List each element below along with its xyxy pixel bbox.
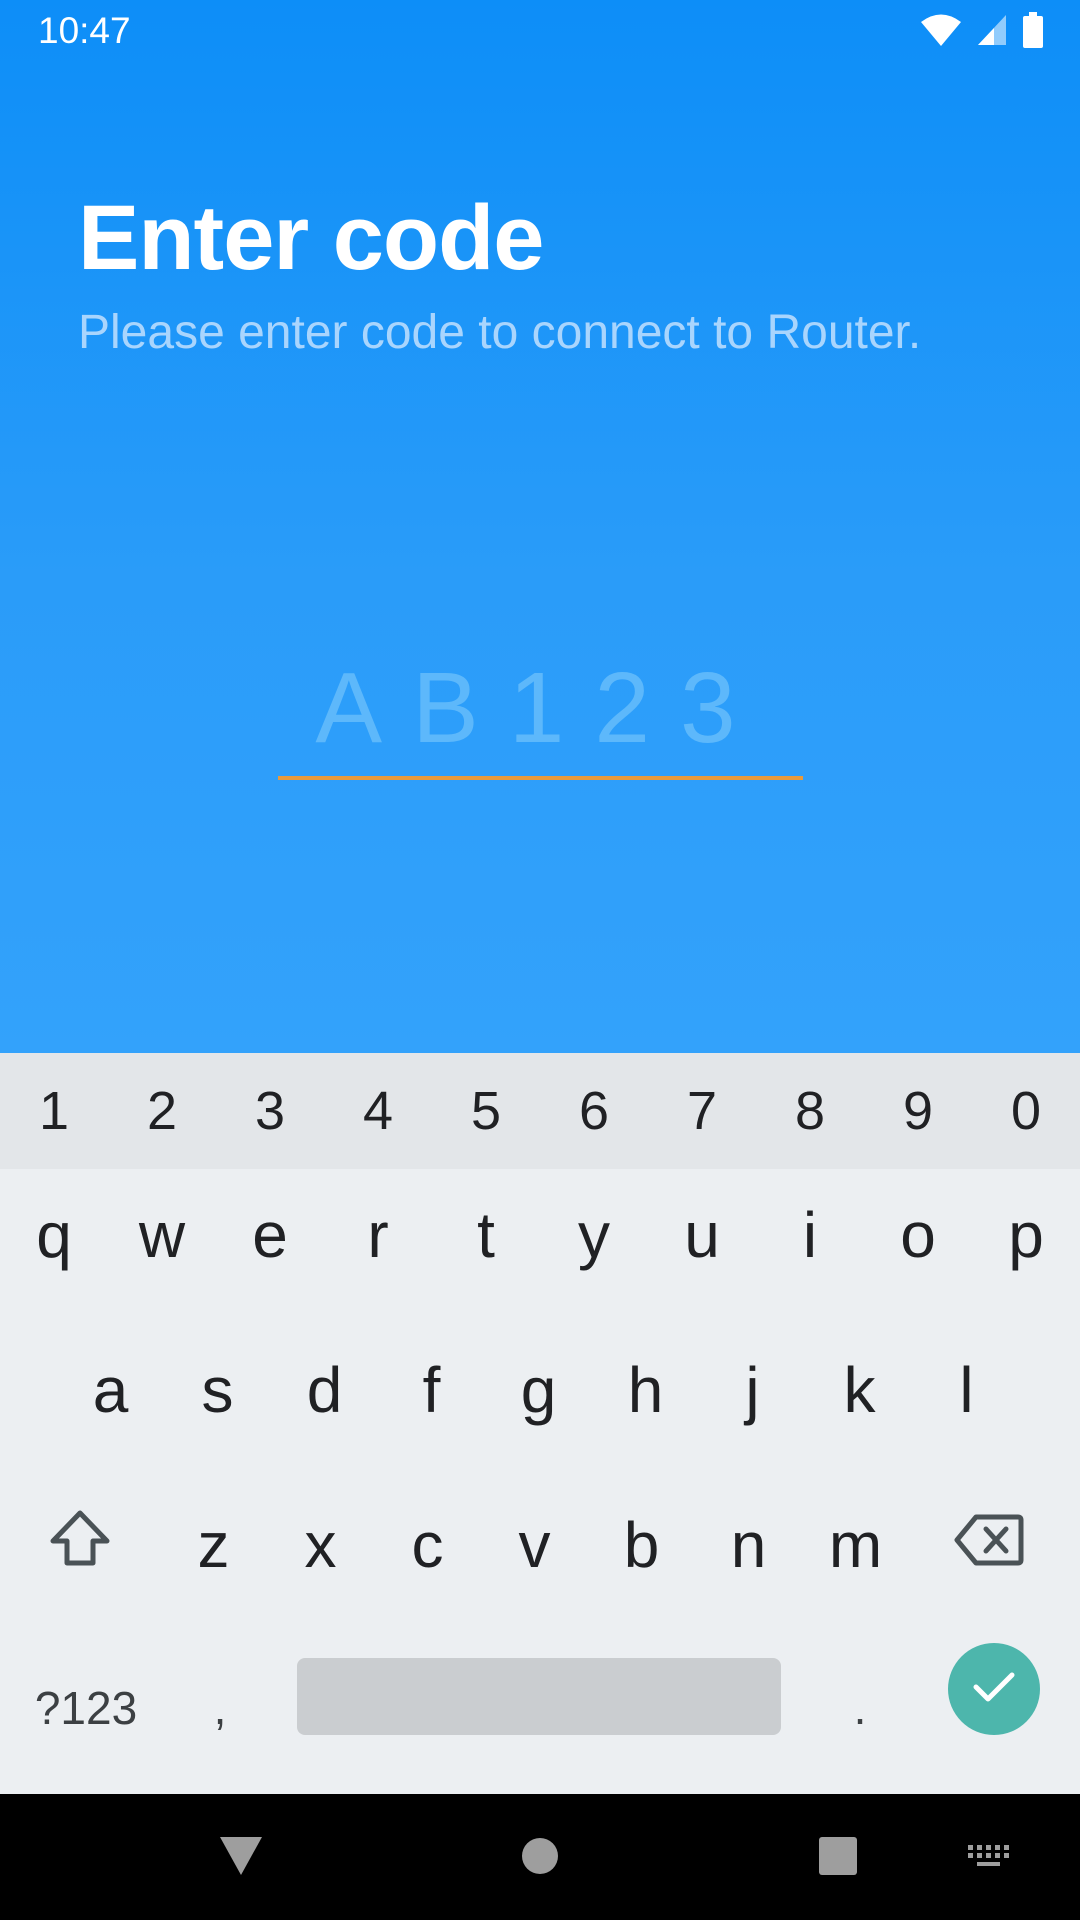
key-s[interactable]: s [164, 1325, 271, 1455]
backspace-icon [954, 1508, 1024, 1582]
key-2[interactable]: 2 [108, 1053, 216, 1169]
enter-key[interactable] [948, 1643, 1040, 1735]
key-b[interactable]: b [588, 1480, 695, 1610]
key-x[interactable]: x [267, 1480, 374, 1610]
key-d[interactable]: d [271, 1325, 378, 1455]
key-u[interactable]: u [648, 1170, 756, 1300]
back-button[interactable] [211, 1828, 271, 1888]
battery-icon [1022, 12, 1044, 53]
navigation-bar [0, 1794, 1080, 1920]
period-key[interactable]: . [820, 1668, 900, 1748]
key-5[interactable]: 5 [432, 1053, 540, 1169]
shift-key[interactable] [0, 1480, 160, 1610]
key-o[interactable]: o [864, 1170, 972, 1300]
keyboard-row-2: a s d f g h j k l [0, 1325, 1080, 1455]
key-k[interactable]: k [806, 1325, 913, 1455]
recents-button[interactable] [808, 1828, 868, 1888]
key-n[interactable]: n [695, 1480, 802, 1610]
comma-key[interactable]: , [180, 1668, 260, 1748]
page-title: Enter code [78, 187, 544, 289]
key-p[interactable]: p [972, 1170, 1080, 1300]
key-f[interactable]: f [378, 1325, 485, 1455]
key-r[interactable]: r [324, 1170, 432, 1300]
keyboard-number-row: 1 2 3 4 5 6 7 8 9 0 [0, 1053, 1080, 1169]
space-key[interactable] [297, 1658, 781, 1735]
key-6[interactable]: 6 [540, 1053, 648, 1169]
shift-icon [49, 1508, 111, 1582]
keyboard-switch-icon [966, 1843, 1010, 1874]
key-w[interactable]: w [108, 1170, 216, 1300]
key-v[interactable]: v [481, 1480, 588, 1610]
key-j[interactable]: j [699, 1325, 806, 1455]
keyboard-row-4: ?123 , . [0, 1643, 1080, 1773]
keyboard-row-3: z x c v b n m [0, 1480, 1080, 1610]
key-c[interactable]: c [374, 1480, 481, 1610]
key-t[interactable]: t [432, 1170, 540, 1300]
key-9[interactable]: 9 [864, 1053, 972, 1169]
code-input[interactable] [278, 640, 803, 780]
status-time: 10:47 [38, 10, 131, 51]
key-e[interactable]: e [216, 1170, 324, 1300]
key-g[interactable]: g [485, 1325, 592, 1455]
key-z[interactable]: z [160, 1480, 267, 1610]
key-i[interactable]: i [756, 1170, 864, 1300]
keyboard-row-1: q w e r t y u i o p [0, 1170, 1080, 1300]
signal-icon [976, 13, 1008, 52]
recents-icon [818, 1836, 858, 1881]
key-l[interactable]: l [913, 1325, 1020, 1455]
key-4[interactable]: 4 [324, 1053, 432, 1169]
backspace-key[interactable] [909, 1480, 1069, 1610]
key-m[interactable]: m [802, 1480, 909, 1610]
wifi-icon [920, 13, 962, 52]
key-3[interactable]: 3 [216, 1053, 324, 1169]
status-icons [920, 12, 1044, 53]
key-8[interactable]: 8 [756, 1053, 864, 1169]
app-screen: 10:47 Enter code Please enter code to co… [0, 0, 1080, 1053]
key-1[interactable]: 1 [0, 1053, 108, 1169]
key-h[interactable]: h [592, 1325, 699, 1455]
home-icon [520, 1836, 560, 1881]
key-7[interactable]: 7 [648, 1053, 756, 1169]
status-bar: 10:47 [0, 0, 1080, 64]
page-subtitle: Please enter code to connect to Router. [78, 306, 922, 359]
back-icon [218, 1835, 264, 1882]
check-icon [971, 1669, 1017, 1710]
keyboard-switch-button[interactable] [958, 1828, 1018, 1888]
symbols-key[interactable]: ?123 [26, 1668, 146, 1748]
key-a[interactable]: a [57, 1325, 164, 1455]
key-0[interactable]: 0 [972, 1053, 1080, 1169]
key-q[interactable]: q [0, 1170, 108, 1300]
key-y[interactable]: y [540, 1170, 648, 1300]
soft-keyboard: 1 2 3 4 5 6 7 8 9 0 q w e r t y u i o p … [0, 1053, 1080, 1794]
home-button[interactable] [510, 1828, 570, 1888]
